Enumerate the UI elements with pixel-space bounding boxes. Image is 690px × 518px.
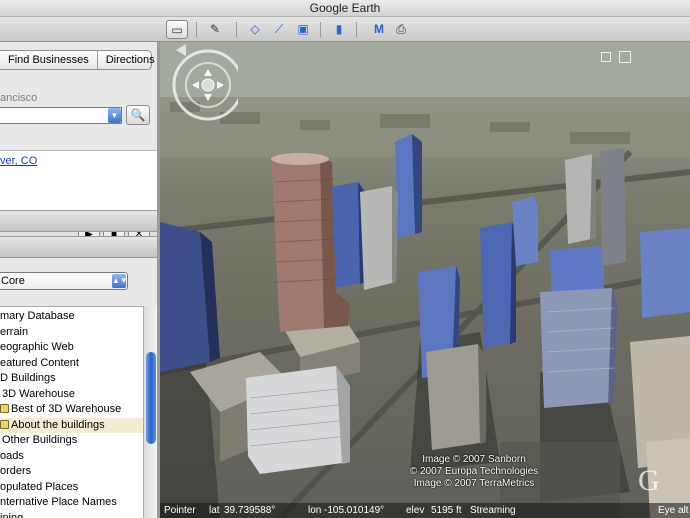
polygon-icon: ◇: [250, 22, 260, 36]
sidebar-icon: ▭: [171, 23, 183, 37]
email-icon: M: [374, 22, 384, 36]
city-scene: [160, 42, 690, 518]
tab-find-businesses[interactable]: Find Businesses: [0, 51, 98, 69]
layer-item-about-buildings[interactable]: About the buildings: [0, 417, 143, 433]
layer-item[interactable]: eatured Content: [0, 356, 143, 372]
add-path-button[interactable]: ⟋: [268, 20, 290, 39]
toolbar-separator: [196, 22, 197, 37]
layers-view-value: Core: [1, 275, 25, 287]
window-title-bar: Google Earth: [0, 0, 690, 17]
layers-view-select[interactable]: Core ▲▼: [0, 272, 128, 290]
layer-item[interactable]: eographic Web: [0, 340, 143, 356]
layer-item-label: Best of 3D Warehouse: [11, 403, 122, 415]
placemark-icon: ✎: [209, 22, 221, 36]
print-icon: ⎙: [396, 22, 406, 36]
add-image-overlay-button[interactable]: ▣: [292, 20, 314, 39]
layer-item[interactable]: oads: [0, 449, 143, 465]
elev-label: elev: [406, 505, 425, 516]
layer-item[interactable]: Other Buildings: [0, 433, 143, 449]
latitude-value: 39.739588°: [224, 505, 276, 516]
search-tabs: Find Businesses Directions: [0, 50, 155, 70]
imagery-attribution: © 2007 Europa Technologies: [409, 466, 539, 477]
folder-icon: [0, 404, 9, 413]
layers-tree: mary Database errain eographic Web eatur…: [0, 306, 158, 518]
layer-item[interactable]: mary Database: [0, 309, 143, 325]
layer-item[interactable]: 3D Warehouse: [0, 387, 143, 403]
imagery-attribution: Image © 2007 Sanborn: [422, 454, 526, 465]
layer-item[interactable]: nternative Place Names: [0, 495, 143, 511]
longitude-value: -105.010149°: [324, 505, 385, 516]
window-mode-icon[interactable]: [601, 52, 611, 62]
folder-icon: [0, 419, 9, 429]
lon-label: lon: [308, 505, 322, 516]
status-bar: Pointer lat 39.739588° lon -105.010149° …: [160, 503, 690, 518]
layer-item[interactable]: orders: [0, 464, 143, 480]
search-button[interactable]: 🔍: [126, 105, 150, 125]
search-history-dropdown[interactable]: ▼: [108, 108, 121, 123]
fullscreen-icon[interactable]: [619, 51, 631, 63]
toolbar-separator: [320, 22, 321, 37]
search-input[interactable]: [0, 107, 122, 124]
eye-altitude-label: Eye alt: [658, 505, 689, 516]
navigation-control[interactable]: [160, 42, 238, 132]
search-result-link[interactable]: ver, CO: [0, 155, 37, 167]
sidebar: Find Businesses Directions ancisco ▼ 🔍 v…: [0, 42, 158, 518]
layer-item[interactable]: ining: [0, 511, 143, 518]
lat-label: lat: [209, 505, 220, 516]
email-button[interactable]: M: [368, 20, 390, 39]
ruler-icon: ▮: [335, 22, 343, 36]
sidebar-toggle-button[interactable]: ▭: [166, 20, 188, 39]
layers-view-selector-area: Core ▲▼: [0, 260, 158, 305]
print-button[interactable]: ⎙: [390, 20, 412, 39]
layer-item[interactable]: opulated Places: [0, 480, 143, 496]
toolbar-separator: [356, 22, 357, 37]
toolbar: ▭ ✎ ◇ ⟋ ▣ ▮ M ⎙: [0, 17, 690, 42]
search-location-label: ancisco: [0, 92, 38, 104]
streaming-status: Streaming: [470, 505, 516, 516]
earth-3d-view[interactable]: Image © 2007 Sanborn © 2007 Europa Techn…: [160, 42, 690, 518]
layers-scrollbar[interactable]: [143, 306, 158, 518]
search-icon: 🔍: [130, 108, 146, 122]
toolbar-separator: [236, 22, 237, 37]
imagery-attribution: Image © 2007 TerraMetrics: [413, 478, 535, 489]
layers-scroll-thumb[interactable]: [146, 352, 156, 444]
layer-item-label: About the buildings: [11, 418, 105, 431]
add-placemark-button[interactable]: ✎: [204, 20, 226, 39]
places-pane-header[interactable]: [0, 210, 158, 232]
add-polygon-button[interactable]: ◇: [244, 20, 266, 39]
image-overlay-icon: ▣: [297, 22, 309, 36]
elevation-value: 5195 ft: [431, 505, 462, 516]
chevron-down-icon: ▲▼: [112, 274, 128, 288]
ruler-button[interactable]: ▮: [328, 20, 350, 39]
layers-pane-header[interactable]: [0, 236, 158, 258]
pointer-label: Pointer: [164, 505, 196, 516]
layer-item-best-of-3d[interactable]: Best of 3D Warehouse: [0, 402, 143, 418]
window-title: Google Earth: [309, 1, 381, 15]
search-panel: ancisco ▼ 🔍 ver, CO ▶ ■ ✕: [0, 78, 158, 246]
layer-item[interactable]: errain: [0, 325, 143, 341]
layer-item[interactable]: D Buildings: [0, 371, 143, 387]
google-logo: G: [638, 464, 660, 497]
tab-directions[interactable]: Directions: [98, 51, 163, 69]
path-icon: ⟋: [274, 22, 284, 36]
